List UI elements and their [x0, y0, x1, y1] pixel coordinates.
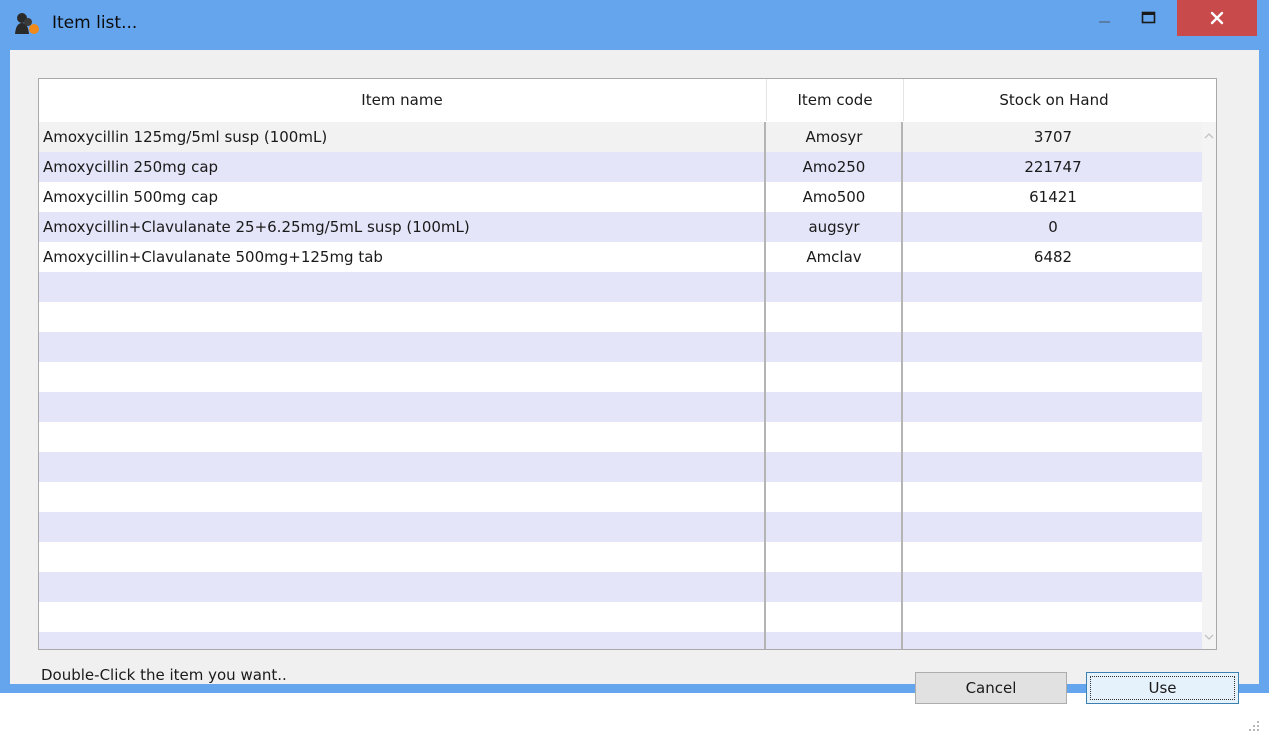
maximize-button[interactable] [1127, 0, 1171, 36]
table-header: Item name Item code Stock on Hand [39, 79, 1216, 121]
title-bar[interactable]: Item list... [0, 0, 1269, 50]
item-table[interactable]: Item name Item code Stock on Hand Amoxyc… [38, 78, 1217, 650]
empty-row [39, 272, 1202, 302]
column-divider [901, 122, 903, 649]
empty-row [39, 512, 1202, 542]
cancel-button[interactable]: Cancel [915, 672, 1067, 704]
item-name-cell: Amoxycillin 250mg cap [43, 158, 219, 176]
item-code-cell: Amo500 [802, 188, 866, 206]
table-row[interactable]: Amoxycillin+Clavulanate 25+6.25mg/5mL su… [39, 212, 1202, 242]
window-title: Item list... [52, 13, 138, 33]
empty-row [39, 452, 1202, 482]
stock-cell: 6482 [1033, 248, 1073, 266]
item-name-cell: Amoxycillin 125mg/5ml susp (100mL) [43, 128, 328, 146]
table-row[interactable]: Amoxycillin 250mg cap Amo250 221747 [39, 152, 1202, 182]
item-code-cell: Amclav [806, 248, 862, 266]
column-divider [764, 122, 766, 649]
stock-cell: 3707 [1033, 128, 1073, 146]
close-icon [1210, 11, 1224, 25]
stock-cell: 221747 [1024, 158, 1082, 176]
vertical-scrollbar[interactable] [1202, 122, 1216, 649]
stock-cell: 0 [1048, 218, 1058, 236]
item-name-cell: Amoxycillin+Clavulanate 25+6.25mg/5mL su… [43, 218, 470, 236]
empty-row [39, 362, 1202, 392]
item-name-cell: Amoxycillin 500mg cap [43, 188, 219, 206]
use-button[interactable]: Use [1086, 672, 1239, 704]
empty-row [39, 602, 1202, 632]
empty-row [39, 302, 1202, 332]
table-row[interactable]: Amoxycillin 125mg/5ml susp (100mL) Amosy… [39, 122, 1202, 152]
empty-row [39, 392, 1202, 422]
column-header-item-name[interactable]: Item name [39, 79, 765, 121]
table-rows: Amoxycillin 125mg/5ml susp (100mL) Amosy… [39, 122, 1202, 649]
empty-row [39, 542, 1202, 572]
scroll-up-icon[interactable] [1204, 132, 1214, 140]
empty-row [39, 422, 1202, 452]
resize-grip-icon[interactable] [1246, 718, 1260, 732]
item-code-cell: augsyr [808, 218, 860, 236]
item-list-window: Item list... Item name Item code Stock o… [0, 0, 1269, 731]
empty-row [39, 632, 1202, 649]
empty-row [39, 482, 1202, 512]
scroll-down-icon[interactable] [1204, 633, 1214, 641]
minimize-button[interactable] [1084, 0, 1126, 36]
stock-cell: 61421 [1029, 188, 1077, 206]
close-button[interactable] [1177, 0, 1257, 36]
use-button-label: Use [1148, 679, 1177, 697]
column-header-item-code[interactable]: Item code [766, 79, 903, 121]
empty-row [39, 572, 1202, 602]
item-code-cell: Amosyr [805, 128, 863, 146]
table-row[interactable]: Amoxycillin 500mg cap Amo500 61421 [39, 182, 1202, 212]
column-header-stock-on-hand[interactable]: Stock on Hand [903, 79, 1204, 121]
item-name-cell: Amoxycillin+Clavulanate 500mg+125mg tab [43, 248, 383, 266]
minimize-icon [1099, 21, 1110, 23]
app-icon [14, 12, 40, 36]
item-code-cell: Amo250 [802, 158, 866, 176]
dialog-body: Item name Item code Stock on Hand Amoxyc… [10, 50, 1259, 731]
table-row[interactable]: Amoxycillin+Clavulanate 500mg+125mg tab … [39, 242, 1202, 272]
maximize-icon [1141, 11, 1156, 24]
empty-row [39, 332, 1202, 362]
instruction-text: Double-Click the item you want.. [41, 666, 287, 684]
